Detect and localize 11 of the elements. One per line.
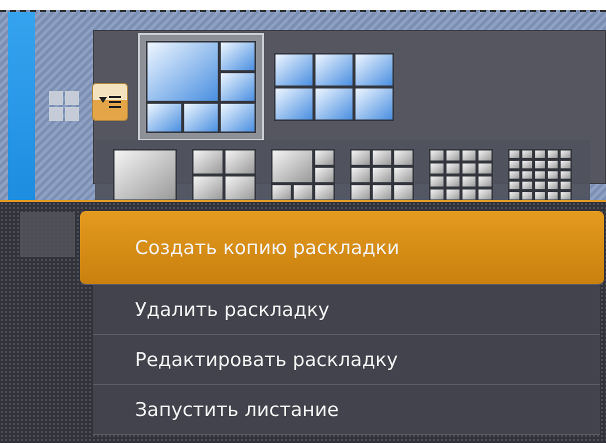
grid-option[interactable] xyxy=(270,149,335,201)
grid-option[interactable] xyxy=(350,149,414,201)
layout-thumbnail[interactable] xyxy=(274,53,394,121)
camera-tile xyxy=(20,212,75,257)
grid-option[interactable] xyxy=(112,149,177,201)
grid-option[interactable] xyxy=(508,149,572,201)
grid-option[interactable] xyxy=(429,149,494,201)
menu-button[interactable] xyxy=(92,83,128,121)
layout-thumbnail[interactable] xyxy=(146,41,256,133)
dropdown-list-icon xyxy=(99,95,121,109)
grid-option[interactable] xyxy=(192,149,256,201)
